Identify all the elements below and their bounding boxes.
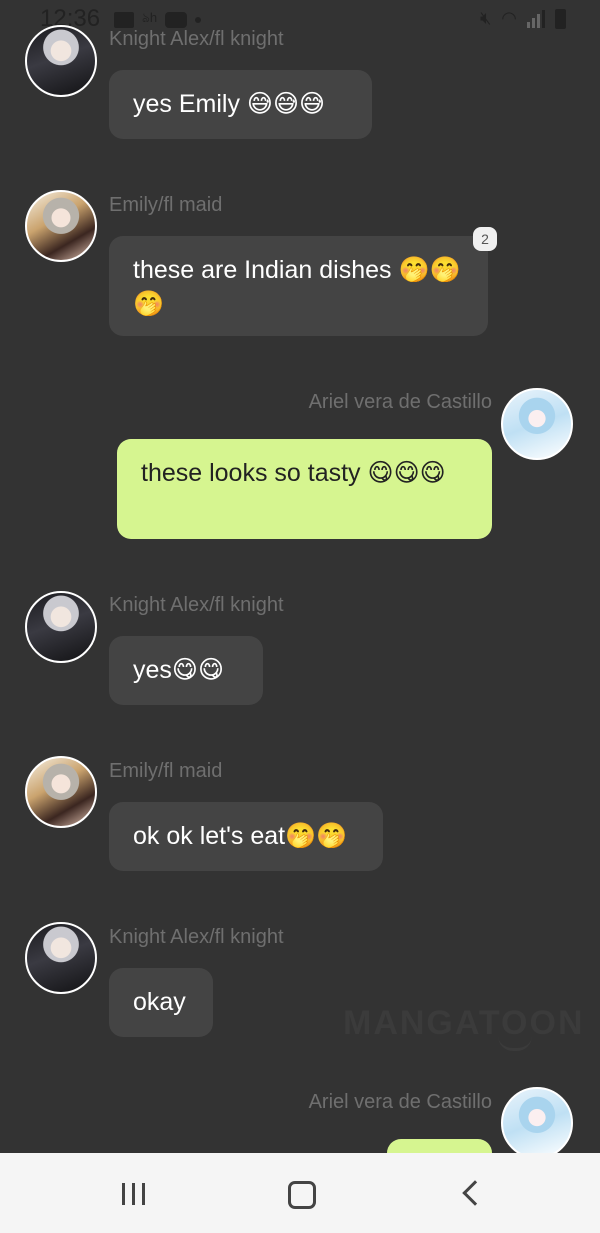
mangatoon-watermark: MANGATOON (343, 1004, 585, 1042)
notification-icon: ঌh (142, 10, 158, 25)
message-bubble[interactable]: ok ok let's eat🤭🤭 (109, 802, 383, 871)
sender-name: Knight Alex/fl knight (109, 28, 284, 50)
watermark-smile-icon (498, 1036, 532, 1051)
sender-name: Knight Alex/fl knight (109, 594, 284, 616)
message-bubble[interactable]: yes😋😋 (109, 636, 263, 705)
wifi-icon: ◠ (501, 8, 517, 28)
sender-name: Ariel vera de Castillo (308, 391, 492, 413)
sender-name: Emily/fl maid (109, 194, 223, 216)
message-bubble[interactable]: okay (109, 968, 213, 1037)
message-bubble[interactable]: yes Emily 😅😅😅 (109, 70, 372, 139)
mute-icon: 🔇︎ (479, 8, 492, 28)
status-right-icons: 🔇︎ ◠ (480, 8, 566, 29)
sender-name: Knight Alex/fl knight (109, 926, 284, 948)
message-bubble[interactable]: these looks so tasty 😋😋😋 (117, 439, 492, 539)
youtube-icon (165, 11, 188, 28)
maid-avatar[interactable] (25, 190, 97, 262)
status-bar: 12:36 ঌh 🔇︎ ◠ (0, 0, 600, 36)
ariel-avatar[interactable] (501, 388, 573, 460)
status-left-icons: ঌh (114, 9, 202, 30)
navigation-bar (0, 1153, 600, 1233)
ariel-avatar[interactable] (501, 1087, 573, 1159)
battery-icon (555, 8, 566, 29)
recents-icon[interactable] (114, 1173, 154, 1213)
sender-name: Ariel vera de Castillo (308, 1091, 492, 1113)
knight-avatar[interactable] (25, 922, 97, 994)
dot-icon (195, 16, 202, 23)
message-bubble[interactable]: these are Indian dishes 🤭🤭🤭 (109, 236, 488, 336)
signal-icon (527, 9, 545, 28)
chat-screen: 12:36 ঌh 🔇︎ ◠ Knight Alex/fl knight yes … (0, 0, 600, 1233)
image-icon (114, 11, 134, 28)
back-icon[interactable] (452, 1173, 492, 1213)
knight-avatar[interactable] (25, 591, 97, 663)
maid-avatar[interactable] (25, 756, 97, 828)
home-icon[interactable] (281, 1173, 321, 1213)
knight-avatar[interactable] (25, 25, 97, 97)
reply-count-badge[interactable]: 2 (473, 227, 497, 251)
sender-name: Emily/fl maid (109, 760, 223, 782)
